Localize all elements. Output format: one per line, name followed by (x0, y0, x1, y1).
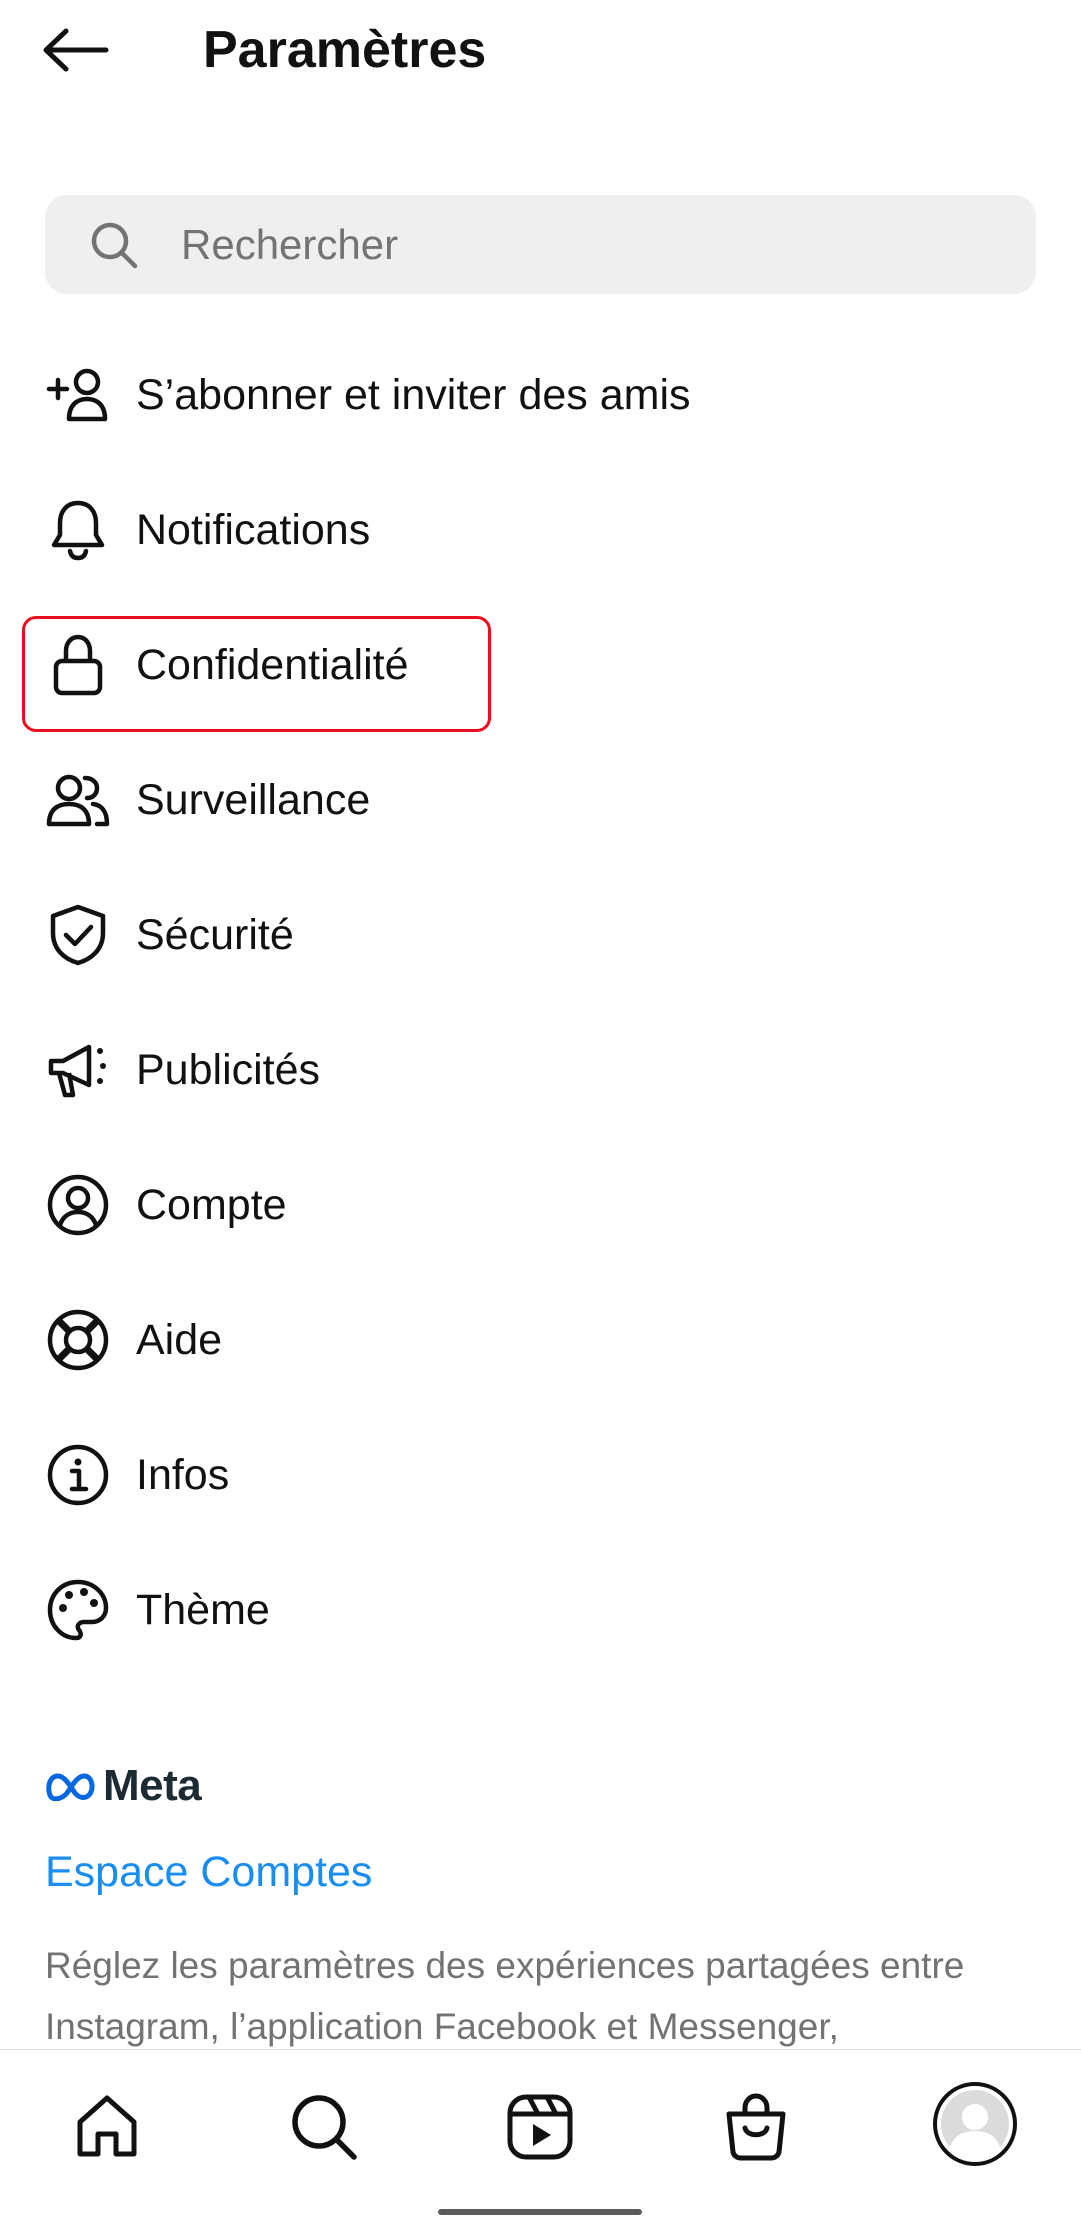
menu-item-account[interactable]: Compte (0, 1138, 1081, 1273)
header: Paramètres (0, 0, 1081, 110)
menu-item-privacy[interactable]: Confidentialité (0, 598, 1081, 733)
arrow-left-icon (43, 28, 109, 72)
bottom-nav (0, 2049, 1081, 2231)
lock-icon (43, 632, 113, 698)
menu-item-label: Surveillance (136, 776, 371, 824)
add-person-icon (43, 362, 113, 428)
shield-check-icon (43, 902, 113, 968)
nav-search-button[interactable] (279, 2082, 369, 2172)
info-icon (43, 1442, 113, 1508)
megaphone-icon (43, 1037, 113, 1103)
palette-icon (43, 1577, 113, 1643)
menu-item-label: Publicités (136, 1046, 321, 1094)
meta-logo-text: Meta (103, 1761, 202, 1810)
reels-icon (507, 2094, 573, 2160)
menu-item-label: Sécurité (136, 911, 294, 959)
menu-item-label: Notifications (136, 506, 371, 554)
menu-item-label: Compte (136, 1181, 287, 1229)
search-icon (91, 222, 138, 269)
menu-item-follow-invite[interactable]: S’abonner et inviter des amis (0, 328, 1081, 463)
nav-shop-button[interactable] (711, 2082, 801, 2172)
profile-avatar (933, 2082, 1017, 2166)
menu-item-label: Infos (136, 1451, 230, 1499)
settings-menu: S’abonner et inviter des amis Notificati… (0, 328, 1081, 1678)
search-bar[interactable] (45, 195, 1036, 294)
lifebuoy-icon (43, 1307, 113, 1373)
home-indicator[interactable] (438, 2209, 642, 2215)
back-button[interactable] (40, 18, 120, 82)
menu-item-notifications[interactable]: Notifications (0, 463, 1081, 598)
accounts-center-link[interactable]: Espace Comptes (45, 1842, 372, 1902)
page-title: Paramètres (203, 21, 487, 79)
menu-item-label: Thème (136, 1586, 270, 1634)
search-icon (292, 2095, 357, 2160)
shop-icon (726, 2093, 786, 2161)
account-circle-icon (43, 1172, 113, 1238)
meta-logo: Meta (45, 1758, 202, 1814)
search-input[interactable] (181, 195, 1001, 294)
bell-icon (43, 497, 113, 563)
menu-item-label: Confidentialité (136, 641, 409, 689)
people-icon (43, 767, 113, 833)
menu-item-about[interactable]: Infos (0, 1408, 1081, 1543)
menu-item-theme[interactable]: Thème (0, 1543, 1081, 1678)
nav-profile-button[interactable] (927, 2076, 1023, 2172)
menu-item-ads[interactable]: Publicités (0, 1003, 1081, 1138)
menu-item-help[interactable]: Aide (0, 1273, 1081, 1408)
nav-home-button[interactable] (62, 2082, 152, 2172)
meta-infinity-icon (46, 1773, 95, 1801)
menu-item-label: Aide (136, 1316, 223, 1364)
home-icon (77, 2095, 137, 2157)
menu-item-security[interactable]: Sécurité (0, 868, 1081, 1003)
accounts-center-description: Réglez les paramètres des expériences pa… (45, 1945, 965, 2047)
menu-item-label: S’abonner et inviter des amis (136, 371, 691, 419)
menu-item-supervision[interactable]: Surveillance (0, 733, 1081, 868)
nav-reels-button[interactable] (495, 2082, 585, 2172)
